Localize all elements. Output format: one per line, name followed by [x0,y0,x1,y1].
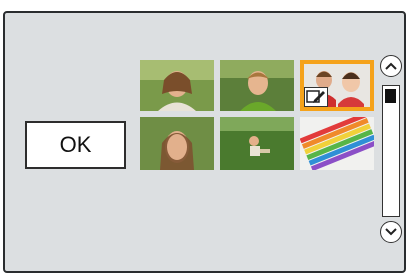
scrollbar-thumb[interactable] [385,89,396,103]
thumbnail-children-portrait[interactable] [300,60,374,111]
thumbnail-grid [140,60,377,223]
thumbnail-colored-pencils[interactable] [300,117,374,170]
chevron-up-icon [385,62,397,70]
playback-screen: OK [3,11,406,273]
thumbnail-boy-portrait[interactable] [220,60,294,111]
scrollbar-track[interactable] [382,85,400,217]
scroll-down-button[interactable] [380,221,402,243]
ok-button[interactable]: OK [25,121,126,169]
thumbnail-woman-portrait[interactable] [140,60,214,111]
edit-icon [304,87,328,107]
chevron-down-icon [385,228,397,236]
scroll-up-button[interactable] [380,55,402,77]
thumbnail-woman-closeup[interactable] [140,117,214,170]
thumbnail-child-on-grass[interactable] [220,117,294,170]
ok-button-label: OK [59,132,92,157]
